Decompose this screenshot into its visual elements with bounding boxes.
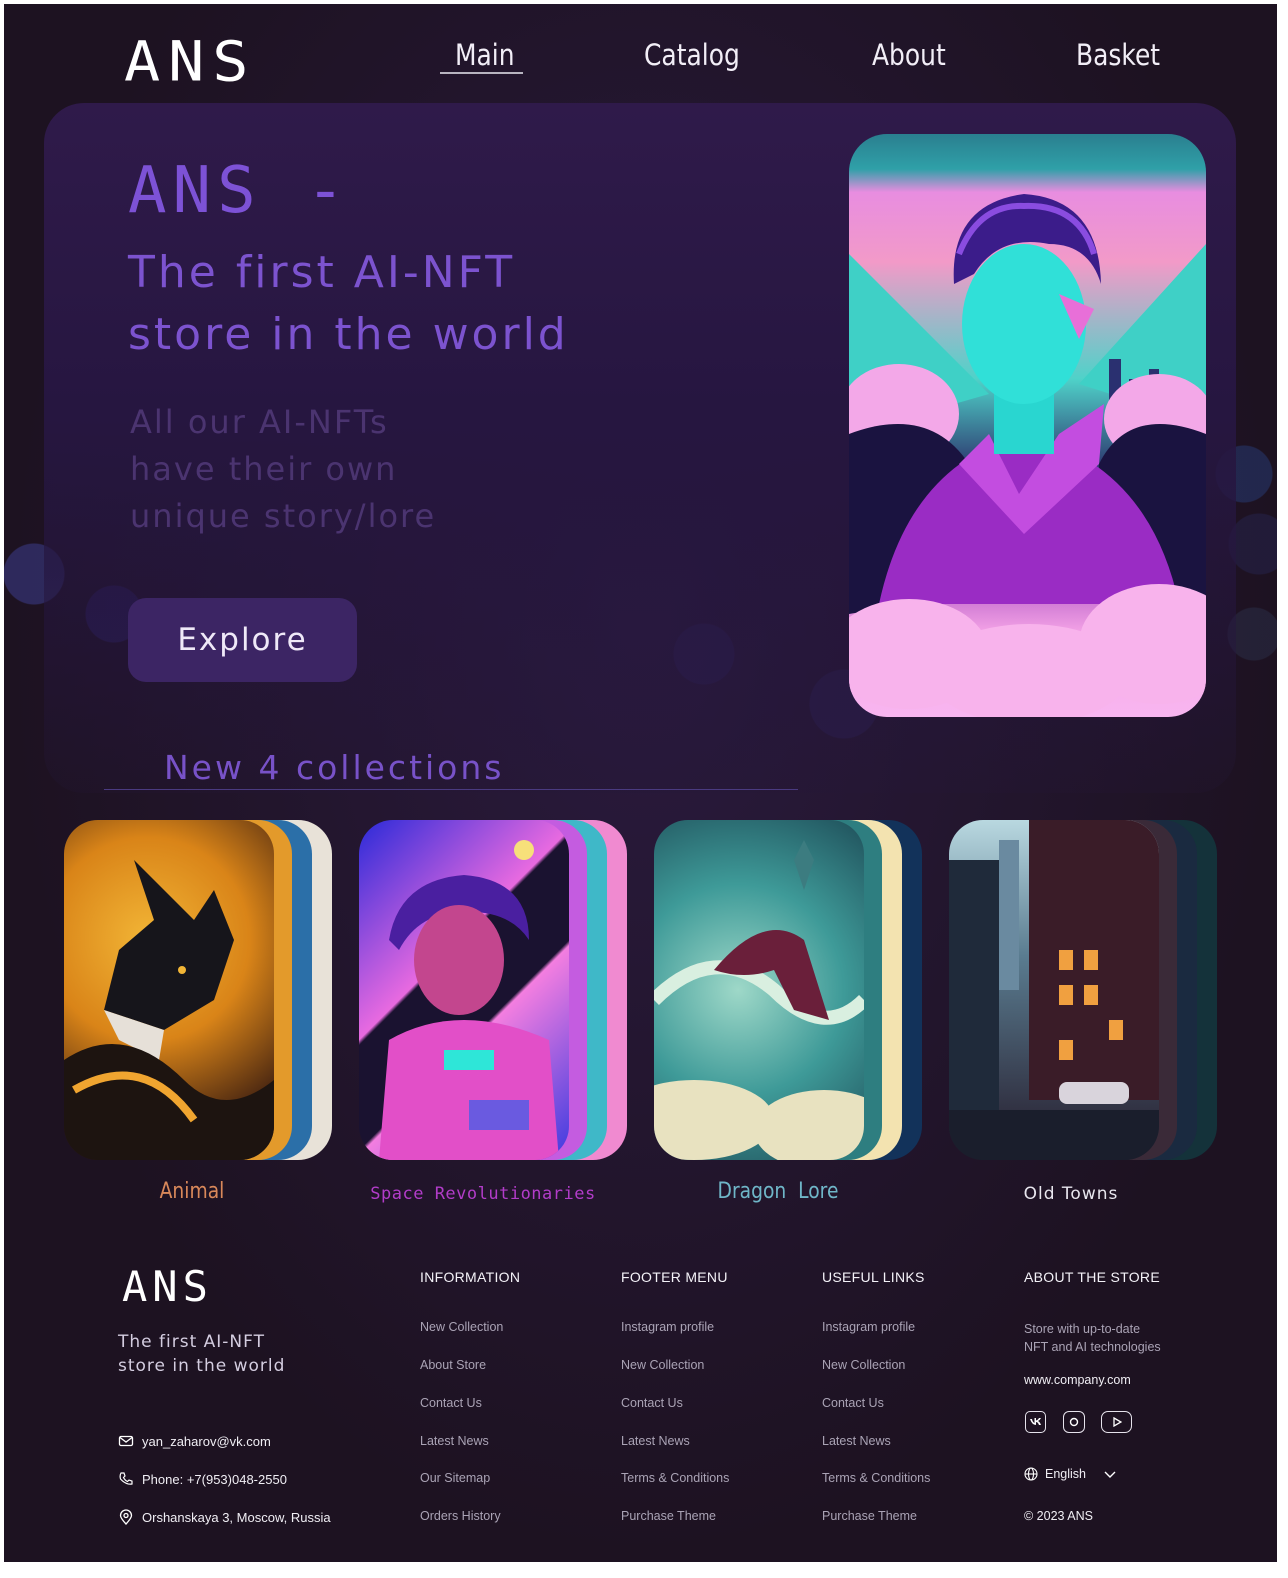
hero-portrait-illustration [849,194,1206,717]
hero-description: All our AI-NFTs have their own unique st… [130,399,436,540]
hero-subtitle-line: store in the world [128,309,569,360]
footer-link[interactable]: Latest News [822,1434,891,1448]
instagram-icon[interactable] [1063,1411,1085,1433]
footer-tagline-line: The first AI-NFT [118,1332,266,1352]
copyright-text: © 2023 ANS [1024,1509,1093,1523]
language-selector[interactable]: English [1024,1467,1117,1481]
collection-card-dragon-lore[interactable] [654,820,924,1160]
footer-link[interactable]: Contact Us [420,1396,482,1410]
dragon-lore-artwork [654,820,864,1160]
footer-address-text: Orshanskaya 3, Moscow, Russia [142,1509,331,1525]
footer-link[interactable]: Terms & Conditions [822,1471,930,1485]
footer-about-text: Store with up-to-date NFT and AI technol… [1024,1320,1161,1356]
footer-link[interactable]: Our Sitemap [420,1471,490,1485]
hero-description-line: unique story/lore [130,497,437,535]
main-nav: Main Catalog About Basket [4,38,1277,88]
collections-title: New 4 collections [164,748,505,787]
footer-column-title: ABOUT THE STORE [1024,1269,1160,1285]
location-pin-icon [119,1509,133,1525]
footer-logo[interactable]: ANS [122,1262,213,1311]
explore-button[interactable]: Explore [128,598,357,682]
footer-tagline: The first AI-NFT store in the world [118,1330,285,1378]
nav-active-underline [440,72,523,74]
footer-link[interactable]: About Store [420,1358,486,1372]
hero-subtitle: The first AI-NFT store in the world [128,242,569,366]
footer-link[interactable]: Orders History [420,1509,501,1523]
footer-column-footer-menu: FOOTER MENU [621,1269,728,1285]
footer-about-line: NFT and AI technologies [1024,1340,1161,1354]
collection-label-animal[interactable]: Animal [160,1179,225,1204]
footer-column-information: INFORMATION [420,1269,520,1285]
astronaut-illustration [379,840,559,1160]
hero-description-line: have their own [130,450,398,488]
collection-label-space-revolutionaries[interactable]: Space Revolutionaries [370,1184,595,1204]
city-street-illustration [949,820,1159,1160]
footer-link[interactable]: Instagram profile [621,1320,714,1334]
youtube-icon[interactable] [1101,1411,1132,1433]
collection-card-animal[interactable] [64,820,334,1160]
old-towns-artwork [949,820,1159,1160]
hero-title: ANS - [128,154,351,228]
animal-artwork [64,820,274,1160]
footer-column-title: USEFUL LINKS [822,1269,925,1285]
footer-link[interactable]: Terms & Conditions [621,1471,729,1485]
hero-description-line: All our AI-NFTs [130,403,389,441]
footer-column-useful-links: USEFUL LINKS [822,1269,925,1285]
collection-label-old-towns[interactable]: Old Towns [1024,1184,1119,1204]
footer-link[interactable]: New Collection [822,1358,905,1372]
footer-link[interactable]: New Collection [420,1320,503,1334]
footer-website-link[interactable]: www.company.com [1024,1373,1131,1387]
phone-icon [119,1472,133,1485]
footer-link[interactable]: Contact Us [822,1396,884,1410]
dragon-illustration [654,840,864,1160]
footer-link[interactable]: Purchase Theme [822,1509,917,1523]
collection-card-space-revolutionaries[interactable] [359,820,629,1160]
fox-illustration [64,860,274,1160]
vk-icon[interactable] [1025,1411,1046,1433]
footer-column-title: INFORMATION [420,1269,521,1285]
footer-phone[interactable]: Phone: +7(953)048-2550 [118,1471,287,1487]
footer-email-text: yan_zaharov@vk.com [142,1433,271,1449]
collections-divider [104,789,798,790]
nav-main[interactable]: Main [455,38,515,72]
footer-link[interactable]: Instagram profile [822,1320,915,1334]
footer-link[interactable]: New Collection [621,1358,704,1372]
language-label: English [1045,1467,1086,1481]
mail-icon [118,1435,134,1447]
footer-column-title: FOOTER MENU [621,1269,728,1285]
collection-card-old-towns[interactable] [949,820,1219,1160]
hero-subtitle-line: The first AI-NFT [128,247,516,298]
nav-catalog[interactable]: Catalog [644,38,740,72]
page-frame: ANS Main Catalog About Basket ANS - The … [4,4,1277,1562]
footer-link[interactable]: Purchase Theme [621,1509,716,1523]
globe-icon [1024,1467,1038,1481]
space-revolutionaries-artwork [359,820,569,1160]
footer-link[interactable]: Latest News [420,1434,489,1448]
nav-about[interactable]: About [872,38,946,72]
footer-column-about: ABOUT THE STORE [1024,1269,1160,1285]
hero-nft-artwork[interactable] [849,134,1206,717]
collection-label-dragon-lore[interactable]: Dragon Lore [718,1179,839,1204]
footer-email[interactable]: yan_zaharov@vk.com [118,1433,271,1449]
chevron-down-icon [1104,1471,1116,1478]
footer-phone-text: Phone: +7(953)048-2550 [142,1471,287,1487]
footer-link[interactable]: Latest News [621,1434,690,1448]
nav-basket[interactable]: Basket [1076,38,1160,72]
footer-address[interactable]: Orshanskaya 3, Moscow, Russia [118,1509,331,1525]
footer-link[interactable]: Contact Us [621,1396,683,1410]
footer-about-line: Store with up-to-date [1024,1322,1141,1336]
footer-tagline-line: store in the world [118,1356,286,1376]
